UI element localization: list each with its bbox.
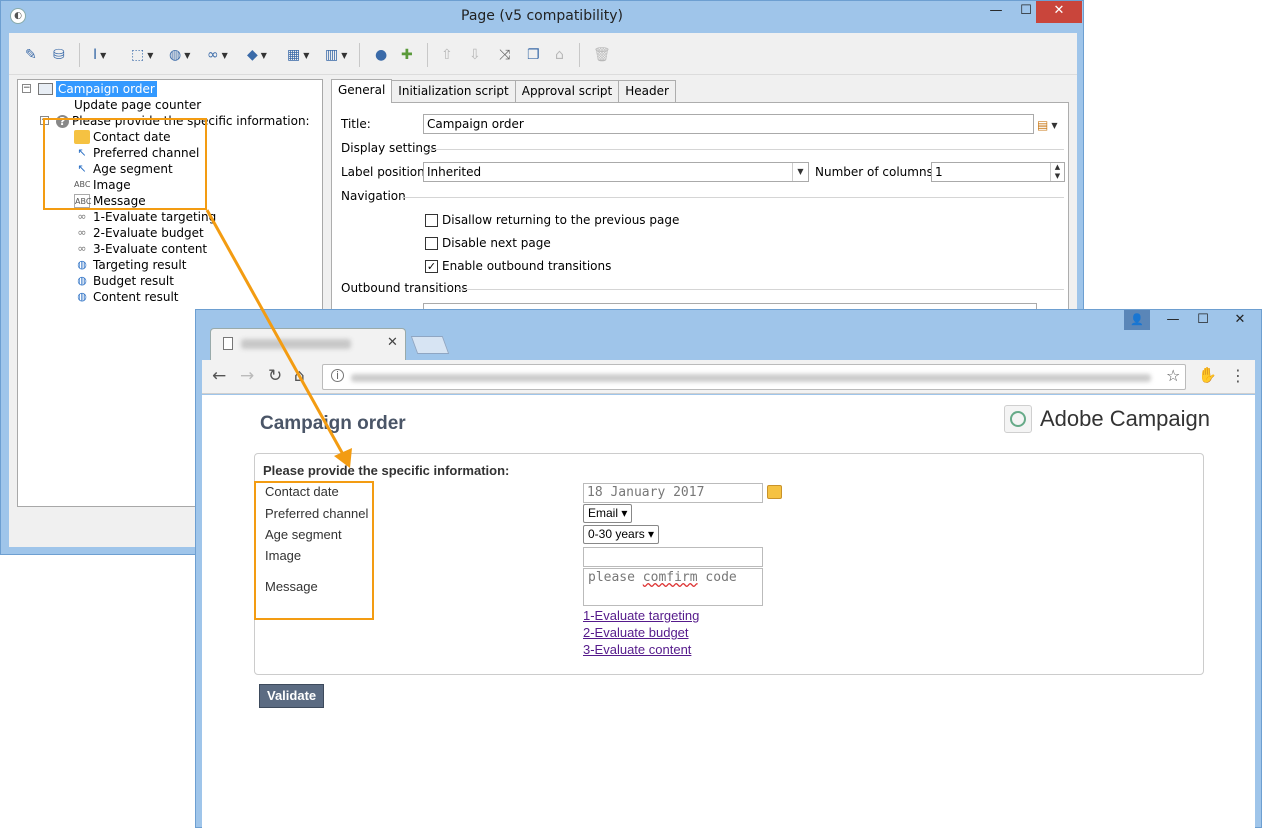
contact-date-input[interactable]: 18 January 2017 <box>583 483 763 503</box>
title-input[interactable]: Campaign order <box>423 114 1034 134</box>
validate-button[interactable]: Validate <box>259 684 325 708</box>
table-icon[interactable]: ▦ ▼ <box>287 44 309 66</box>
spinner-icon[interactable]: ▲ ▼ <box>1050 163 1064 181</box>
user-icon[interactable]: ● <box>375 44 387 66</box>
enable-outbound-checkbox[interactable]: ✓ Enable outbound transitions <box>425 259 611 273</box>
brand-name: Adobe Campaign <box>1040 406 1211 431</box>
editor-window-title: Page (v5 compatibility) <box>461 8 623 24</box>
globe-icon: ◍ <box>77 290 87 303</box>
wand-icon[interactable]: ✎ <box>25 44 37 66</box>
close-icon[interactable]: ✕ <box>387 335 398 350</box>
extension-icon[interactable]: ✋ <box>1198 366 1217 384</box>
tab-approval-script[interactable]: Approval script <box>514 80 620 102</box>
tree-item[interactable]: ◍ Targeting result <box>74 257 186 273</box>
database-icon[interactable]: ⛁ <box>53 44 65 66</box>
globe-icon: ◍ <box>77 258 87 271</box>
browser-tab[interactable]: ✕ <box>210 328 406 360</box>
reload-icon[interactable]: ↻ <box>268 366 282 386</box>
star-icon[interactable]: ☆ <box>1166 366 1180 385</box>
url-blurred <box>351 374 1151 382</box>
title-label: Title: <box>341 117 371 131</box>
brand: Adobe Campaign <box>1004 405 1210 433</box>
page-icon <box>223 337 233 350</box>
disable-next-checkbox[interactable]: Disable next page <box>425 236 551 250</box>
disallow-return-checkbox[interactable]: Disallow returning to the previous page <box>425 213 679 227</box>
columns-icon[interactable]: ▥ ▼ <box>325 44 347 66</box>
text-cursor-icon[interactable]: I ▼ <box>93 44 106 66</box>
tab-header[interactable]: Header <box>618 80 676 102</box>
link-icon[interactable]: ∞ ▼ <box>207 44 228 66</box>
tree-item[interactable]: ◍ Budget result <box>74 273 174 289</box>
shuffle-icon[interactable]: ⤨ <box>499 44 510 66</box>
evaluate-targeting-link[interactable]: 1-Evaluate targeting <box>583 608 699 623</box>
browser-toolbar: ← → ↻ ⌂ i ☆ ✋ ⋮ <box>202 360 1255 394</box>
arrow-up-icon[interactable]: ⇧ <box>441 44 453 66</box>
title-edit-icon[interactable]: ▤ ▼ <box>1037 114 1058 136</box>
maximize-button[interactable]: ☐ <box>1188 310 1218 330</box>
close-button[interactable]: ✕ <box>1036 1 1082 23</box>
tree-item[interactable]: ∞ 1-Evaluate targeting <box>74 209 216 225</box>
forward-arrow-icon[interactable]: → <box>240 366 254 386</box>
info-icon[interactable]: i <box>331 369 344 382</box>
tree-item[interactable]: ∞ 2-Evaluate budget <box>74 225 203 241</box>
image-input[interactable] <box>583 547 763 567</box>
form-heading: Please provide the specific information: <box>263 463 510 478</box>
label-position-label: Label position: <box>341 165 429 179</box>
address-bar[interactable]: i <box>322 364 1186 390</box>
back-arrow-icon[interactable]: ← <box>212 366 226 386</box>
outbound-transitions-heading: Outbound transitions <box>341 281 468 295</box>
minimize-button[interactable]: — <box>1158 310 1188 330</box>
trash-icon[interactable]: 🗑 <box>593 44 611 66</box>
navigation-heading: Navigation <box>341 189 406 203</box>
close-button[interactable]: ✕ <box>1220 310 1260 330</box>
arrow-down-icon[interactable]: ⇩ <box>469 44 481 66</box>
cube-icon[interactable]: ◆ ▼ <box>247 44 267 66</box>
toolbar: ✎ ⛁ I ▼ ⬚ ▼ ◍ ▼ ∞ ▼ ◆ ▼ ▦ ▼ ▥ ▼ ● ✚ ⇧ ⇩ ⤨ ❐ ⌂ 🗑 <box>9 33 1077 75</box>
preferred-channel-select[interactable]: Email ▾ <box>583 504 633 523</box>
tab-initialization-script[interactable]: Initialization script <box>391 80 516 102</box>
evaluate-content-link[interactable]: 3-Evaluate content <box>583 642 691 657</box>
tree-root[interactable]: Campaign order <box>38 81 157 97</box>
evaluate-budget-link[interactable]: 2-Evaluate budget <box>583 625 689 640</box>
home-icon[interactable]: ⌂ <box>294 366 305 386</box>
globe-icon[interactable]: ◍ ▼ <box>169 44 190 66</box>
globe-icon: ◍ <box>77 274 87 287</box>
highlight-box-browser <box>254 481 374 620</box>
user-profile-button[interactable]: 👤 <box>1124 310 1150 330</box>
tree-item[interactable]: ∞ 3-Evaluate content <box>74 241 207 257</box>
add-icon[interactable]: ✚ <box>401 44 413 66</box>
menu-icon[interactable]: ⋮ <box>1230 366 1246 385</box>
calendar-icon[interactable] <box>767 485 782 499</box>
chevron-down-icon: ▼ <box>792 163 808 181</box>
copy-icon[interactable]: ❐ <box>527 44 540 66</box>
message-textarea[interactable]: please comfirm code <box>583 568 763 606</box>
number-of-columns-stepper[interactable]: 1 ▲ ▼ <box>931 162 1065 182</box>
label-position-select[interactable]: Inherited ▼ <box>423 162 809 182</box>
tab-general[interactable]: General <box>331 79 393 103</box>
form-container: Please provide the specific information:… <box>254 453 1204 675</box>
new-tab-button[interactable] <box>410 336 450 354</box>
page-icon <box>38 83 53 95</box>
number-of-columns-label: Number of columns: <box>815 165 937 179</box>
link-icon: ∞ <box>77 210 87 223</box>
adobe-campaign-logo-icon <box>1004 405 1032 433</box>
property-tabs: General Initialization script Approval s… <box>331 79 676 103</box>
highlight-box-editor <box>43 118 207 210</box>
tree-item[interactable]: ◍ Content result <box>74 289 178 305</box>
tab-title-blurred <box>241 339 351 349</box>
tree-item[interactable]: Update page counter <box>74 97 201 113</box>
link-icon: ∞ <box>77 226 87 239</box>
collapse-toggle[interactable]: − <box>22 84 31 93</box>
link-icon: ∞ <box>77 242 87 255</box>
display-settings-heading: Display settings <box>341 141 437 155</box>
cursor-add-icon[interactable]: ⬚ ▼ <box>131 44 153 66</box>
lock-icon[interactable]: ⌂ <box>555 44 564 66</box>
page-title: Campaign order <box>260 413 406 434</box>
check-icon: ✓ <box>425 259 438 273</box>
minimize-button[interactable]: — <box>981 1 1011 23</box>
age-segment-select[interactable]: 0-30 years ▾ <box>583 525 660 544</box>
